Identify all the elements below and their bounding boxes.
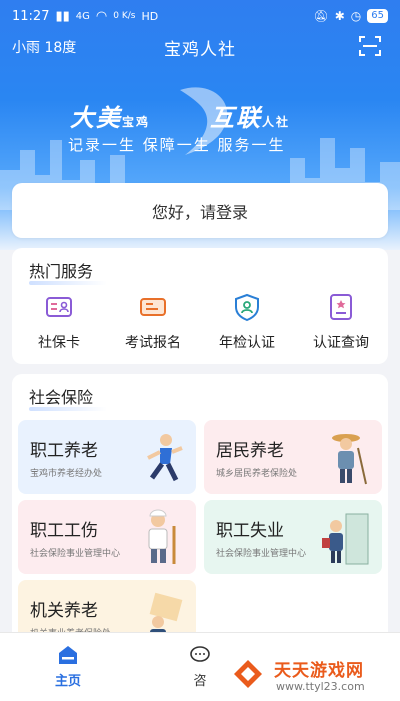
hot-services-card: 热门服务 社保卡 考试报名 年检认证 认证查询: [12, 248, 388, 364]
service-exam-registration[interactable]: 考试报名: [106, 292, 200, 352]
certificate-icon: [330, 294, 352, 320]
hot-services-list: 社保卡 考试报名 年检认证 认证查询: [12, 292, 388, 352]
section-title-hot-services: 热门服务: [29, 258, 107, 285]
home-icon: [59, 646, 77, 664]
tile-employee-unemployment[interactable]: 职工失业 社会保险事业管理中心: [204, 500, 382, 574]
signal-icon: ▮▮: [55, 8, 70, 24]
battery-level: 65: [367, 9, 388, 23]
section-title-social-insurance: 社会保险: [29, 384, 107, 411]
network-speed: 0 K/s: [113, 11, 136, 21]
shield-person-icon: [235, 293, 259, 322]
network-type: 4G: [75, 10, 90, 22]
login-prompt[interactable]: 您好，请登录: [152, 199, 248, 223]
watermark-url: www.ttyl23.com: [276, 680, 365, 693]
slogan-banner: 大美宝鸡 互联人社 记录一生 保障一生 服务一生: [0, 80, 400, 170]
mute-icon: 🔕︎: [313, 9, 329, 23]
service-annual-certification[interactable]: 年检认证: [200, 292, 294, 352]
slogan-right: 互联人社: [210, 104, 291, 132]
social-insurance-card: 社会保险 职工养老 宝鸡市养老经办处 居民养老 城乡居民养老保险处 职工工伤 社…: [12, 374, 388, 644]
alarm-icon: ◷: [350, 9, 362, 23]
hd-label: HD: [141, 9, 159, 23]
id-card-icon: [46, 297, 72, 317]
tile-employee-injury[interactable]: 职工工伤 社会保险事业管理中心: [18, 500, 196, 574]
farmer-illustration-icon: [332, 434, 367, 485]
scan-icon[interactable]: [358, 35, 382, 57]
wifi-icon: ◠: [95, 8, 108, 24]
tile-resident-pension[interactable]: 居民养老 城乡居民养老保险处: [204, 420, 382, 494]
watermark-name: 天天游戏网: [274, 661, 364, 681]
service-social-security-card[interactable]: 社保卡: [12, 292, 106, 352]
watermark: 天天游戏网 www.ttyl23.com: [212, 650, 400, 700]
tile-employee-pension[interactable]: 职工养老 宝鸡市养老经办处: [18, 420, 196, 494]
game-site-logo-icon: [234, 660, 262, 688]
bluetooth-icon: ✱: [334, 9, 345, 23]
status-bar: 11:27 ▮▮ 4G ◠ 0 K/s HD 🔕︎ ✱ ◷ 65: [0, 0, 400, 32]
service-certification-query[interactable]: 认证查询: [294, 292, 388, 352]
exam-ticket-icon: [140, 298, 166, 316]
chat-icon: [190, 646, 210, 662]
app-title: 宝鸡人社: [164, 40, 236, 60]
slogan-left: 大美宝鸡: [70, 104, 151, 132]
injured-worker-illustration-icon: [148, 509, 176, 564]
running-man-illustration-icon: [147, 434, 183, 482]
office-door-illustration-icon: [322, 513, 369, 565]
banner-motto: 记录一生 保障一生 服务一生: [68, 136, 286, 154]
login-card[interactable]: 您好，请登录: [12, 183, 388, 238]
tab-home[interactable]: 主页: [18, 633, 118, 701]
top-bar: 小雨 18度 宝鸡人社: [0, 32, 400, 62]
status-time: 11:27: [12, 8, 50, 24]
